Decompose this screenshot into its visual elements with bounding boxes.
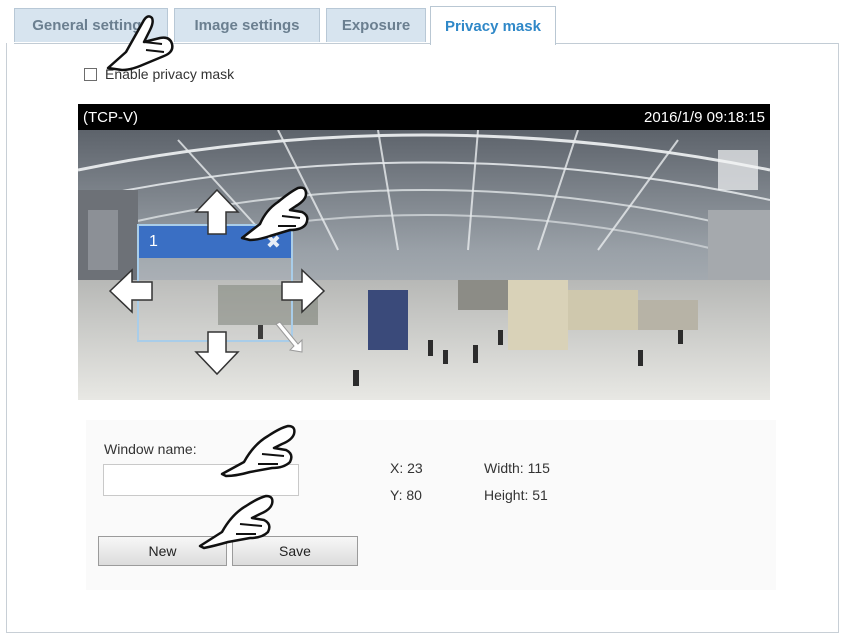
viewer-timestamp: 2016/1/9 09:18:15 [644, 108, 765, 126]
pointing-hand-icon [106, 15, 174, 72]
y-coordinate-readout: Y: 80 [390, 487, 422, 503]
x-coordinate-readout: X: 23 [390, 460, 423, 476]
stream-protocol-label: (TCP-V) [83, 108, 138, 126]
pointing-hand-icon [220, 424, 296, 478]
tab-label: Exposure [341, 17, 411, 34]
viewer-status-bar: (TCP-V) 2016/1/9 09:18:15 [78, 104, 770, 130]
move-arrow-right-icon [281, 268, 326, 314]
tab-privacy-mask[interactable]: Privacy mask [430, 6, 556, 45]
window-name-label: Window name: [104, 441, 197, 457]
move-arrow-left-icon [108, 268, 153, 314]
pointing-hand-icon [240, 186, 309, 242]
enable-privacy-mask-checkbox[interactable] [84, 67, 97, 81]
pointing-hand-icon [198, 494, 274, 550]
width-readout: Width: 115 [484, 460, 550, 476]
move-arrow-up-icon [194, 188, 240, 235]
height-readout: Height: 51 [484, 487, 548, 503]
resize-arrow-icon[interactable] [272, 318, 308, 356]
move-arrow-down-icon [194, 331, 240, 376]
tab-label: Image settings [194, 17, 300, 34]
mask-window-name: 1 [149, 233, 158, 250]
tab-exposure[interactable]: Exposure [326, 8, 426, 42]
tab-image-settings[interactable]: Image settings [174, 8, 320, 42]
tab-label: Privacy mask [445, 17, 541, 35]
